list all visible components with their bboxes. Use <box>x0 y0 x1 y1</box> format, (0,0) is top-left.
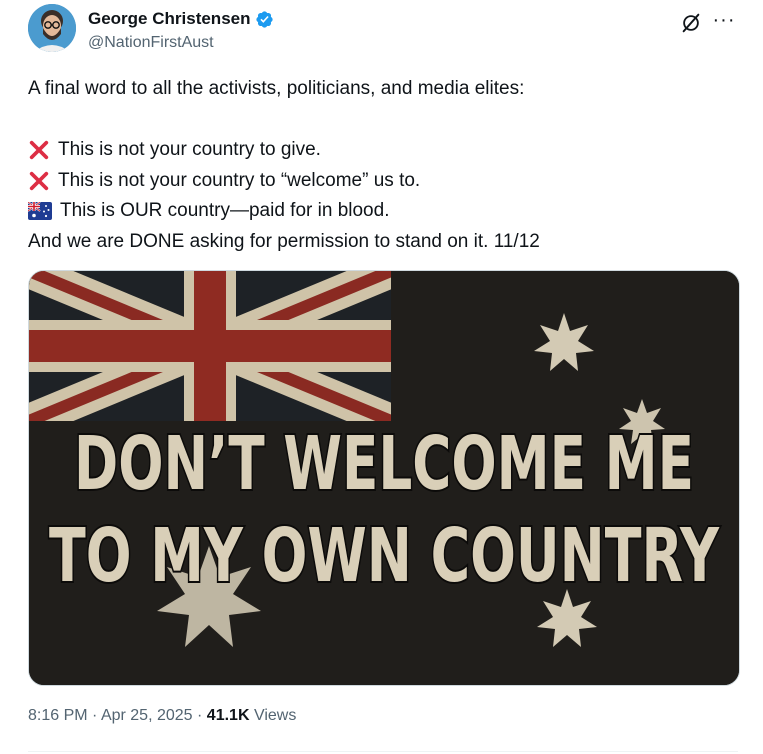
divider <box>28 751 738 752</box>
tweet-media-image[interactable]: DON’T WELCOME ME TO MY OWN COUNTRY <box>28 270 740 686</box>
tweet-line-1-text: A final word to all the activists, polit… <box>28 78 525 99</box>
tweet-line-5: This is OUR country—paid for in blood. <box>28 196 738 227</box>
poster-graphic: DON’T WELCOME ME TO MY OWN COUNTRY <box>29 271 739 685</box>
tweet-line-1: A final word to all the activists, polit… <box>28 74 738 105</box>
poster-headline-line1: DON’T WELCOME ME <box>74 421 694 507</box>
tweet-card: George Christensen @NationFirstAust ··· … <box>0 0 763 754</box>
tweet-line-3: This is not your country to give. <box>28 135 738 166</box>
display-name-row: George Christensen <box>88 8 274 30</box>
meta-separator: · <box>92 707 98 724</box>
cross-mark-icon <box>29 171 49 190</box>
tweet-line-6-text: And we are DONE asking for permission to… <box>28 230 540 252</box>
avatar-image <box>28 4 76 52</box>
avatar[interactable] <box>28 4 76 52</box>
poster-headline-line2: TO MY OWN COUNTRY <box>49 513 720 599</box>
tweet-line-3-text: This is not your country to give. <box>58 139 321 160</box>
author-names: George Christensen @NationFirstAust <box>88 8 274 52</box>
views-label: Views <box>253 707 297 724</box>
meta-separator: · <box>197 707 203 724</box>
australia-flag-icon <box>28 202 52 221</box>
tweet-line-4: This is not your country to “welcome” us… <box>28 166 738 197</box>
cross-mark-icon <box>29 141 49 160</box>
tweet-line-6: And we are DONE asking for permission to… <box>28 227 738 258</box>
tweet-line-4-text: This is not your country to “welcome” us… <box>58 169 421 191</box>
tweet-meta: 8:16 PM · Apr 25, 2025 · 41.1K Views <box>28 707 296 725</box>
author-handle[interactable]: @NationFirstAust <box>88 34 274 52</box>
verified-badge-icon[interactable] <box>255 10 274 29</box>
tweet-time[interactable]: 8:16 PM <box>28 707 88 724</box>
grok-icon[interactable] <box>680 12 702 34</box>
display-name[interactable]: George Christensen <box>88 9 251 29</box>
more-icon[interactable]: ··· <box>712 10 736 34</box>
tweet-header: George Christensen @NationFirstAust ··· <box>28 4 748 60</box>
views-count[interactable]: 41.1K <box>207 707 250 724</box>
union-jack-graphic <box>29 271 391 421</box>
tweet-text: A final word to all the activists, polit… <box>28 74 738 257</box>
tweet-line-5-text: This is OUR country—paid for in blood. <box>60 200 390 221</box>
tweet-date[interactable]: Apr 25, 2025 <box>101 707 193 724</box>
